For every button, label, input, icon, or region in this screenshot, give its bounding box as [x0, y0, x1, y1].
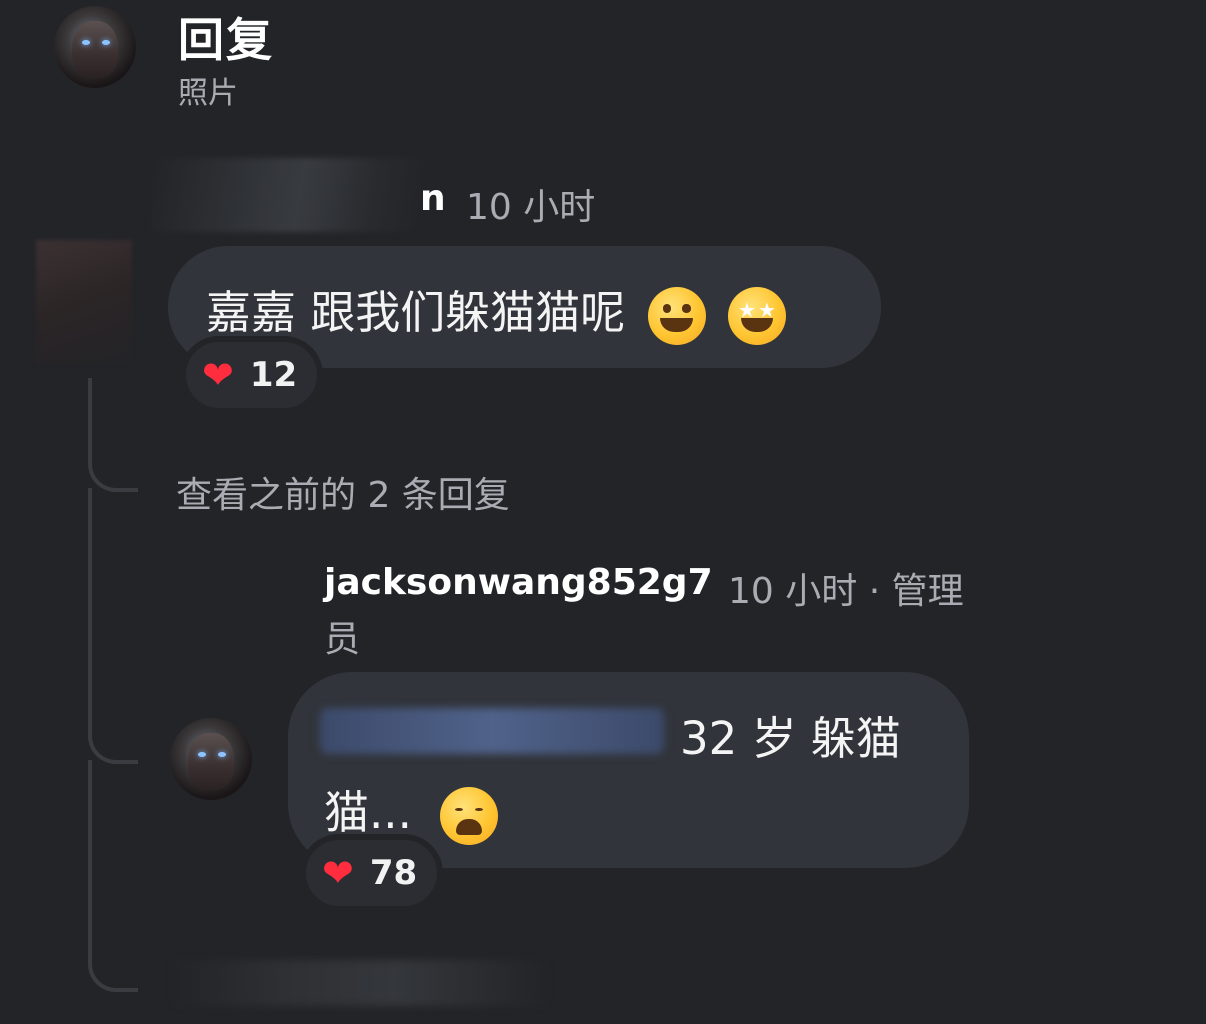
- reply-text-line1: 32 岁 躲猫: [680, 712, 901, 765]
- avatar-face: [188, 732, 234, 791]
- thread-connector: [88, 940, 138, 992]
- page-title: 回复: [178, 13, 274, 67]
- grinning-face-emoji-icon: [647, 287, 706, 345]
- page-subtitle: 照片: [178, 76, 238, 111]
- redacted-avatar[interactable]: [36, 240, 132, 364]
- reply-reaction-pill[interactable]: ❤ 78: [300, 834, 444, 912]
- redacted-next-item[interactable]: [170, 960, 550, 1006]
- comment-reaction-pill[interactable]: ❤ 12: [180, 336, 324, 414]
- thread-connector: [88, 716, 138, 764]
- reply-meta-continued: 员: [324, 619, 361, 660]
- thread-line: [88, 488, 92, 738]
- comment-text-row: 嘉嘉 跟我们躲猫猫呢 ★ ★: [206, 276, 786, 345]
- heart-icon: ❤: [322, 851, 354, 895]
- reply-author[interactable]: jacksonwang852g7: [324, 562, 713, 603]
- view-previous-replies-link[interactable]: 查看之前的 2 条回复: [176, 466, 510, 518]
- comment-text: 嘉嘉 跟我们躲猫猫呢: [206, 286, 626, 339]
- reply-text-line2: 猫...: [324, 786, 412, 839]
- heart-icon: ❤: [202, 353, 234, 397]
- reply-meta: 10 小时 · 管理: [728, 571, 964, 612]
- weary-face-emoji-icon: [440, 787, 499, 845]
- reaction-count: 12: [249, 355, 298, 395]
- replies-page: 回复 照片 n 10 小时 嘉嘉 跟我们躲猫猫呢 ★ ★ ❤ 12 查看之前的 2…: [0, 0, 1206, 1024]
- post-avatar[interactable]: [54, 6, 136, 88]
- reaction-count: 78: [369, 853, 418, 893]
- redacted-mention[interactable]: [320, 708, 664, 754]
- thread-connector: [88, 440, 138, 492]
- avatar-face: [72, 20, 118, 79]
- star-struck-emoji-icon: ★ ★: [727, 287, 786, 345]
- reply-avatar[interactable]: [170, 718, 252, 800]
- comment-author[interactable]: n: [420, 178, 446, 219]
- redacted-username: [150, 158, 422, 232]
- thread-line: [88, 760, 92, 960]
- comment-timestamp: 10 小时: [466, 187, 596, 228]
